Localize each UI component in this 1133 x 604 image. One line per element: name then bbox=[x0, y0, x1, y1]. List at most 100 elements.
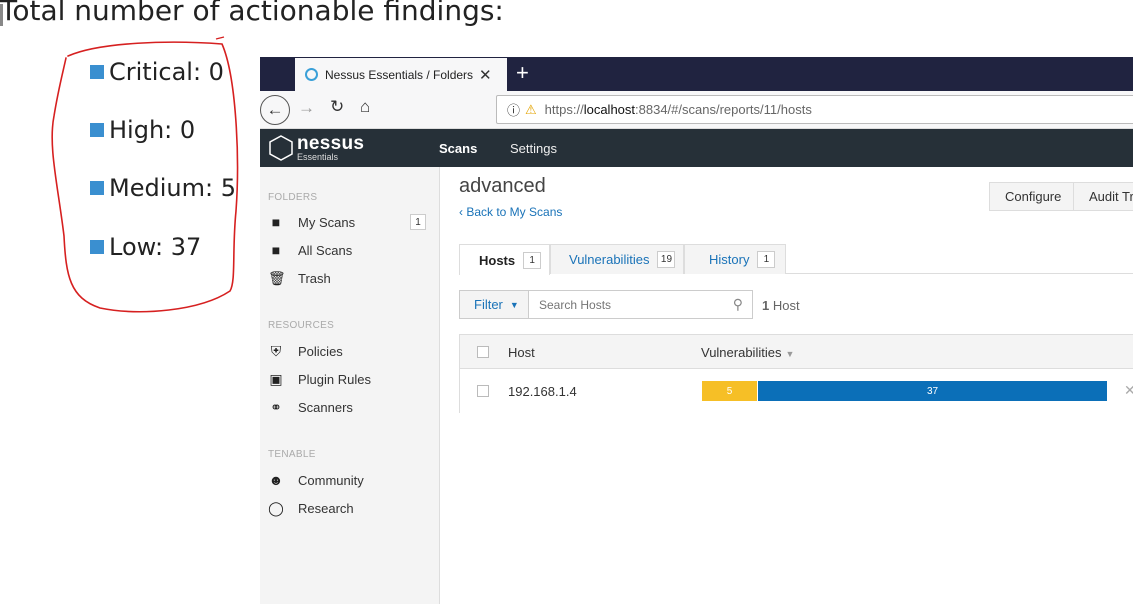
hosts-table: Host Vulnerabilities ▼ 192.168.1.4 5 37 ✕ bbox=[459, 334, 1133, 413]
vulnerability-bar[interactable]: 5 37 bbox=[702, 381, 1107, 401]
sidebar-item-label: Policies bbox=[298, 344, 343, 359]
close-tab-icon[interactable]: ✕ bbox=[479, 66, 492, 84]
tab-label: Hosts bbox=[479, 252, 516, 268]
lightbulb-icon: ◯ bbox=[268, 500, 284, 516]
column-header-vulnerabilities[interactable]: Vulnerabilities ▼ bbox=[701, 345, 794, 360]
nav-scans[interactable]: Scans bbox=[439, 141, 477, 156]
host-count-number: 1 bbox=[762, 298, 770, 313]
browser-tab-title: Nessus Essentials / Folders / View Scan bbox=[325, 67, 475, 82]
filter-label: Filter bbox=[474, 297, 503, 312]
configure-button[interactable]: Configure bbox=[989, 182, 1078, 211]
page-title: advanced bbox=[459, 175, 546, 197]
url-path: :8834/#/scans/reports/11/hosts bbox=[635, 102, 812, 117]
sidebar-heading-folders: FOLDERS bbox=[268, 192, 318, 203]
back-arrow-icon[interactable]: ← bbox=[260, 95, 290, 125]
tab-label: Vulnerabilities bbox=[569, 252, 650, 267]
sidebar-item-community[interactable]: ☻ Community bbox=[268, 472, 428, 488]
sidebar-item-label: All Scans bbox=[298, 242, 353, 258]
search-icon[interactable]: ⚲ bbox=[733, 296, 743, 313]
bullet-square-icon bbox=[90, 123, 104, 137]
bullet-medium: Medium: 5 bbox=[90, 174, 236, 202]
tab-hosts[interactable]: Hosts 1 bbox=[459, 244, 550, 275]
count-badge: 1 bbox=[523, 251, 542, 269]
folder-icon: ■ bbox=[271, 242, 281, 258]
logo-subtitle: Essentials bbox=[297, 152, 339, 162]
folder-icon: ■ bbox=[271, 214, 281, 230]
bullet-square-icon bbox=[90, 181, 104, 195]
low-severity-segment[interactable]: 37 bbox=[758, 381, 1107, 401]
sort-down-icon: ▼ bbox=[785, 349, 795, 359]
sidebar-item-label: Plugin Rules bbox=[298, 372, 371, 387]
bullet-critical: Critical: 0 bbox=[90, 58, 224, 86]
hexagon-logo-icon bbox=[269, 135, 293, 161]
sidebar-item-plugin-rules[interactable]: ▣ Plugin Rules bbox=[268, 371, 428, 388]
tab-label: History bbox=[709, 252, 750, 267]
count-badge: 19 bbox=[657, 251, 676, 268]
info-icon[interactable]: ⓘ bbox=[507, 100, 520, 119]
sidebar-item-label: My Scans bbox=[298, 214, 356, 230]
sidebar-item-policies[interactable]: ⛨ Policies bbox=[268, 343, 428, 360]
count-badge: 1 bbox=[757, 251, 776, 268]
sidebar-heading-resources: RESOURCES bbox=[268, 320, 335, 331]
filter-dropdown[interactable]: Filter ▼ bbox=[459, 290, 529, 319]
bullet-value: 0 bbox=[208, 58, 224, 86]
report-tabs: Hosts 1 Vulnerabilities 19 History 1 bbox=[459, 244, 1133, 275]
search-input[interactable] bbox=[539, 297, 719, 312]
browser-window: Nessus Essentials / Folders / View Scan … bbox=[260, 57, 1133, 604]
search-hosts-box[interactable]: ⚲ bbox=[529, 290, 753, 319]
logo-name: nessus bbox=[297, 133, 365, 154]
new-tab-button[interactable]: + bbox=[516, 60, 529, 86]
bullet-value: 0 bbox=[179, 116, 196, 144]
browser-tab-bar: Nessus Essentials / Folders / View Scan … bbox=[260, 57, 1133, 91]
home-icon[interactable]: ⌂ bbox=[360, 97, 370, 117]
sidebar-item-trash[interactable]: 🗑 Trash bbox=[268, 270, 428, 287]
host-count-label: Host bbox=[772, 298, 800, 313]
host-ip[interactable]: 192.168.1.4 bbox=[508, 384, 577, 399]
sidebar-item-label: Scanners bbox=[298, 400, 353, 415]
url-host: localhost bbox=[583, 102, 636, 117]
nessus-logo[interactable]: nessus Essentials bbox=[268, 134, 364, 162]
remove-row-icon[interactable]: ✕ bbox=[1124, 382, 1133, 399]
sidebar-item-label: Community bbox=[298, 472, 364, 488]
audit-trail-button[interactable]: Audit Trail bbox=[1073, 182, 1133, 211]
url-bar[interactable]: ⓘ ⚠ https://localhost:8834/#/scans/repor… bbox=[496, 95, 1133, 124]
plug-icon: ▣ bbox=[269, 371, 283, 387]
medium-severity-segment[interactable]: 5 bbox=[702, 381, 757, 401]
nessus-header: nessus Essentials Scans Settings bbox=[260, 129, 1133, 167]
slide-title: Total number of actionable findings: bbox=[0, 0, 504, 27]
sidebar-heading-tenable: TENABLE bbox=[268, 449, 316, 460]
reload-icon[interactable]: ↻ bbox=[330, 97, 344, 117]
tab-vulnerabilities[interactable]: Vulnerabilities 19 bbox=[550, 244, 684, 274]
host-count: 1 Host bbox=[762, 298, 800, 313]
warning-lock-icon[interactable]: ⚠ bbox=[525, 102, 537, 118]
nav-settings[interactable]: Settings bbox=[510, 141, 557, 156]
row-checkbox[interactable] bbox=[477, 385, 489, 397]
sidebar-item-research[interactable]: ◯ Research bbox=[268, 500, 428, 517]
bullet-label: High: bbox=[109, 116, 173, 144]
count-badge: 1 bbox=[410, 214, 426, 230]
bullet-high: High: 0 bbox=[90, 116, 195, 144]
tab-history[interactable]: History 1 bbox=[684, 244, 786, 274]
table-header: Host Vulnerabilities ▼ bbox=[460, 335, 1133, 369]
bullet-low: Low: 37 bbox=[90, 233, 201, 261]
sidebar-item-scanners[interactable]: ⚭ Scanners bbox=[268, 399, 428, 416]
shield-icon: ⛨ bbox=[270, 343, 282, 359]
sidebar-item-label: Research bbox=[298, 501, 354, 516]
browser-tab[interactable]: Nessus Essentials / Folders / View Scan … bbox=[295, 58, 507, 91]
sidebar-item-all-scans[interactable]: ■ All Scans bbox=[268, 242, 428, 258]
caret-down-icon: ▼ bbox=[509, 299, 519, 310]
url-prefix: https:// bbox=[544, 102, 584, 117]
sidebar-item-my-scans[interactable]: ■ My Scans 1 bbox=[268, 214, 428, 230]
forward-arrow-icon[interactable]: → bbox=[298, 98, 315, 118]
column-header-host[interactable]: Host bbox=[508, 345, 535, 360]
back-to-my-scans-link[interactable]: ‹ Back to My Scans bbox=[459, 205, 562, 219]
trash-icon: 🗑 bbox=[268, 270, 286, 286]
main-content: advanced ‹ Back to My Scans Configure Au… bbox=[459, 167, 1133, 604]
bullet-label: Critical: bbox=[109, 58, 202, 86]
satellite-icon: ⚭ bbox=[270, 399, 282, 415]
bullet-label: Medium: bbox=[109, 174, 214, 202]
people-icon: ☻ bbox=[268, 472, 284, 488]
table-row[interactable]: 192.168.1.4 5 37 ✕ bbox=[460, 369, 1133, 413]
browser-nav-bar: ← → ↻ ⌂ ⓘ ⚠ https://localhost:8834/#/sca… bbox=[260, 91, 1133, 129]
select-all-checkbox[interactable] bbox=[477, 346, 489, 358]
